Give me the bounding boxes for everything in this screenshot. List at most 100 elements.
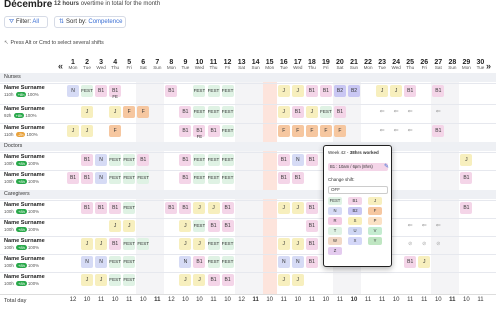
shift-cell[interactable]: J (67, 125, 79, 137)
shift-cell[interactable]: J (81, 106, 94, 118)
shift-cell[interactable]: J (277, 274, 290, 286)
shift-cell[interactable]: B1 (207, 274, 220, 286)
day-header[interactable]: 5 Fri (122, 59, 136, 71)
shift-cell[interactable]: FEST (221, 172, 234, 184)
shift-cell[interactable]: FEST (207, 172, 220, 184)
day-header[interactable]: 2 Tue (80, 59, 94, 71)
shift-cell[interactable]: B1 (207, 220, 220, 232)
employee-name[interactable]: Name Surname (4, 202, 45, 208)
day-header[interactable]: 24 Wed (389, 59, 403, 71)
shift-cell[interactable]: J (460, 154, 473, 166)
shift-cell[interactable]: B1 (179, 202, 192, 214)
shift-cell[interactable]: B1 (179, 154, 192, 166)
shift-cell[interactable]: B1 (432, 85, 445, 97)
shift-cell[interactable]: B1 (291, 172, 304, 184)
shift-cell[interactable]: J (277, 202, 290, 214)
shift-option[interactable]: FEST (328, 197, 342, 205)
day-header[interactable]: 25 Thu (403, 59, 417, 71)
shift-cell[interactable]: FEST (221, 256, 234, 268)
shift-cell[interactable]: ⇐ (432, 220, 444, 232)
shift-cell[interactable]: J (123, 220, 136, 232)
day-header[interactable]: 9 Tue (178, 59, 192, 71)
shift-option[interactable]: B2 (348, 207, 362, 215)
shift-cell[interactable]: J (95, 274, 108, 286)
shift-cell[interactable]: ⇐ (404, 125, 416, 137)
shift-cell[interactable]: B1 (404, 85, 417, 97)
shift-cell[interactable]: FEST (123, 256, 136, 268)
shift-cell[interactable]: ⇐ (418, 220, 430, 232)
employee-name[interactable]: Name Surname (4, 125, 45, 131)
shift-cell[interactable]: B1 (193, 256, 206, 268)
employee-name[interactable]: Name Surname (4, 154, 45, 160)
shift-option[interactable]: U (348, 227, 362, 235)
shift-cell[interactable]: FEST (221, 154, 234, 166)
shift-cell[interactable]: J (390, 85, 403, 97)
day-header[interactable]: 26 Fri (417, 59, 431, 71)
shift-cell[interactable]: F (277, 125, 290, 137)
shift-cell[interactable]: FEST (221, 238, 234, 250)
next-month-button[interactable]: » (486, 61, 491, 71)
day-header[interactable]: 3 Wed (94, 59, 108, 71)
day-header[interactable]: 18 Thu (305, 59, 319, 71)
shift-option[interactable]: N (328, 207, 342, 215)
shift-cell[interactable]: J (277, 106, 290, 118)
shift-cell[interactable]: B1 (305, 154, 318, 166)
shift-cell[interactable]: FEST (207, 154, 220, 166)
shift-cell[interactable]: B1 (165, 202, 178, 214)
shift-cell[interactable]: ⇐ (404, 106, 416, 118)
shift-cell[interactable]: B1 (221, 220, 234, 232)
shift-cell[interactable]: ⇐ (390, 106, 402, 118)
shift-option[interactable]: X (348, 237, 362, 245)
shift-cell[interactable]: N (95, 154, 108, 166)
shift-cell[interactable]: J (291, 202, 304, 214)
shift-cell[interactable]: J (193, 238, 206, 250)
edit-icon[interactable]: ✎ (384, 163, 389, 170)
day-header[interactable]: 13 Sat (235, 59, 249, 71)
employee-name[interactable]: Name Surname (4, 85, 45, 91)
employee-name[interactable]: Name Surname (4, 106, 45, 112)
shift-cell[interactable]: B1 (404, 256, 417, 268)
shift-cell[interactable]: FEST (109, 172, 122, 184)
shift-cell[interactable]: F (305, 125, 318, 137)
shift-cell[interactable]: B1 (67, 172, 79, 184)
day-header[interactable]: 20 Sat (333, 59, 347, 71)
day-header[interactable]: 16 Tue (277, 59, 291, 71)
shift-cell[interactable]: J (81, 238, 94, 250)
shift-option[interactable]: F (368, 207, 382, 215)
shift-cell[interactable]: N (95, 256, 108, 268)
shift-cell[interactable]: FEST (109, 154, 122, 166)
shift-cell[interactable]: FEST (123, 172, 136, 184)
shift-cell[interactable]: B1 (277, 172, 290, 184)
shift-cell[interactable]: FEST (109, 274, 122, 286)
shift-cell[interactable]: F (109, 125, 122, 137)
shift-cell[interactable]: FEST (123, 274, 136, 286)
shift-cell[interactable]: FEST (221, 125, 234, 137)
shift-cell[interactable]: B1 (81, 202, 94, 214)
day-header[interactable]: 28 Sun (445, 59, 459, 71)
shift-cell[interactable]: FEST (193, 154, 206, 166)
shift-cell[interactable]: J (95, 238, 108, 250)
shift-cell[interactable]: J (81, 274, 94, 286)
employee-name[interactable]: Name Surname (4, 220, 45, 226)
shift-option[interactable]: Y (368, 237, 382, 245)
shift-cell[interactable]: FEST (207, 85, 220, 97)
day-header[interactable]: 19 Fri (319, 59, 333, 71)
shift-cell[interactable]: B1 (305, 85, 318, 97)
shift-cell[interactable]: B1 (81, 154, 94, 166)
shift-cell[interactable]: B1 (305, 220, 318, 232)
shift-cell[interactable]: B1 (95, 202, 108, 214)
shift-cell[interactable]: J (193, 274, 206, 286)
shift-cell[interactable]: B1 (291, 106, 304, 118)
shift-cell[interactable]: B1 (179, 125, 192, 137)
shift-cell[interactable]: N (277, 256, 290, 268)
shift-cell[interactable]: J (277, 85, 290, 97)
shift-cell[interactable]: ⇐ (404, 220, 416, 232)
shift-cell[interactable]: J (193, 202, 206, 214)
shift-option[interactable]: W (328, 237, 342, 245)
employee-name[interactable]: Name Surname (4, 172, 45, 178)
shift-cell[interactable]: FEST (137, 238, 150, 250)
shift-cell[interactable]: B1 (319, 85, 332, 97)
shift-cell[interactable]: B1 (207, 125, 220, 137)
shift-cell[interactable]: B1 (221, 274, 234, 286)
day-header[interactable]: 14 Sun (249, 59, 263, 71)
